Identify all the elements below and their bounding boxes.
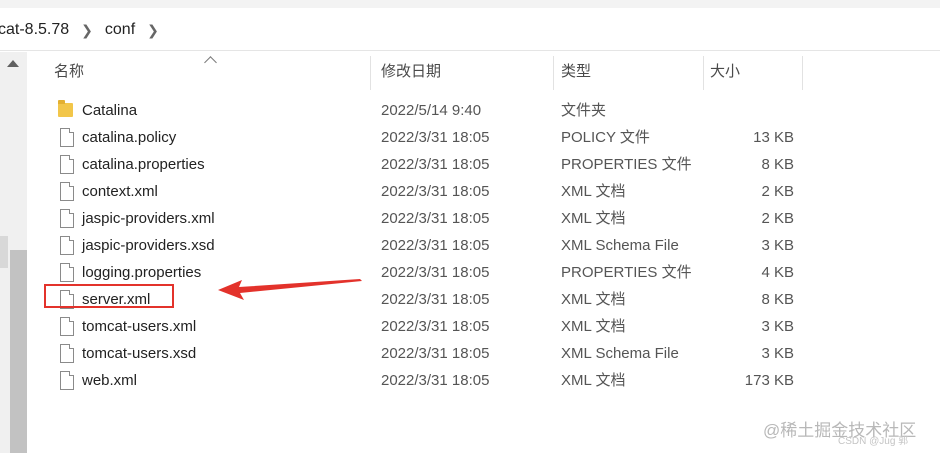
file-row-catalina-policy[interactable]: catalina.policy 2022/3/31 18:05 POLICY 文… (48, 124, 808, 151)
watermark-subtext: CSDN @Jug 郭 (838, 436, 909, 447)
file-size: 13 KB (753, 129, 794, 146)
file-row-tomcat-users-xsd[interactable]: tomcat-users.xsd 2022/3/31 18:05 XML Sch… (48, 340, 808, 367)
file-icon (60, 182, 74, 201)
scrollbar-edge (0, 236, 8, 268)
file-icon (60, 128, 74, 147)
file-date: 2022/3/31 18:05 (381, 183, 490, 200)
file-name: catalina.properties (82, 156, 205, 173)
column-header-date[interactable]: 修改日期 (381, 56, 441, 88)
file-type: XML Schema File (561, 345, 679, 362)
file-size: 173 KB (744, 372, 794, 389)
file-type: XML 文档 (561, 318, 626, 335)
file-size: 8 KB (761, 291, 794, 308)
file-type: 文件夹 (561, 102, 607, 119)
file-name: Catalina (82, 102, 138, 119)
file-size: 8 KB (761, 156, 794, 173)
column-divider[interactable] (802, 56, 803, 90)
file-date: 2022/3/31 18:05 (381, 372, 490, 389)
scroll-up-arrow-icon[interactable] (7, 60, 19, 67)
file-date: 2022/3/31 18:05 (381, 318, 490, 335)
file-icon (60, 371, 74, 390)
file-row-context-xml[interactable]: context.xml 2022/3/31 18:05 XML 文档 2 KB (48, 178, 808, 205)
file-type: XML 文档 (561, 372, 626, 389)
file-icon (60, 263, 74, 282)
file-icon (60, 155, 74, 174)
file-name: tomcat-users.xsd (82, 345, 197, 362)
file-row-logging-properties[interactable]: logging.properties 2022/3/31 18:05 PROPE… (48, 259, 808, 286)
file-row-tomcat-users-xml[interactable]: tomcat-users.xml 2022/3/31 18:05 XML 文档 … (48, 313, 808, 340)
column-header-row: 名称 修改日期 类型 大小 (48, 56, 808, 90)
file-type: PROPERTIES 文件 (561, 264, 692, 281)
file-type: XML Schema File (561, 237, 679, 254)
file-type: XML 文档 (561, 210, 626, 227)
column-header-name[interactable]: 名称 (54, 56, 84, 88)
file-size: 2 KB (761, 210, 794, 227)
file-row-jaspic-providers-xml[interactable]: jaspic-providers.xml 2022/3/31 18:05 XML… (48, 205, 808, 232)
breadcrumb-item-tomcat[interactable]: cat-8.5.78 (0, 21, 71, 39)
highlight-box-server-xml (44, 284, 174, 308)
file-date: 2022/3/31 18:05 (381, 156, 490, 173)
file-date: 2022/3/31 18:05 (381, 129, 490, 146)
file-type: XML 文档 (561, 291, 626, 308)
file-type: XML 文档 (561, 183, 626, 200)
chevron-right-icon[interactable]: ❯ (147, 22, 159, 39)
file-row-web-xml[interactable]: web.xml 2022/3/31 18:05 XML 文档 173 KB (48, 367, 808, 394)
file-size: 3 KB (761, 237, 794, 254)
file-date: 2022/3/31 18:05 (381, 291, 490, 308)
file-size: 3 KB (761, 318, 794, 335)
file-date: 2022/3/31 18:05 (381, 210, 490, 227)
column-header-size[interactable]: 大小 (710, 56, 740, 88)
folder-icon (58, 100, 73, 117)
window-top-strip (0, 0, 940, 8)
file-size: 4 KB (761, 264, 794, 281)
file-date: 2022/3/31 18:05 (381, 345, 490, 362)
file-icon (60, 236, 74, 255)
column-divider[interactable] (553, 56, 554, 90)
breadcrumb-item-conf[interactable]: conf (103, 21, 137, 39)
file-size: 2 KB (761, 183, 794, 200)
file-icon (60, 209, 74, 228)
file-name: jaspic-providers.xsd (82, 237, 215, 254)
scrollbar-thumb[interactable] (10, 250, 27, 453)
file-name: context.xml (82, 183, 158, 200)
red-arrow-icon (218, 279, 362, 300)
file-name: tomcat-users.xml (82, 318, 197, 335)
file-date: 2022/3/31 18:05 (381, 237, 490, 254)
column-divider[interactable] (703, 56, 704, 90)
column-divider[interactable] (370, 56, 371, 90)
column-header-type[interactable]: 类型 (561, 56, 591, 88)
file-row-catalina-properties[interactable]: catalina.properties 2022/3/31 18:05 PROP… (48, 151, 808, 178)
file-row-jaspic-providers-xsd[interactable]: jaspic-providers.xsd 2022/3/31 18:05 XML… (48, 232, 808, 259)
file-name: jaspic-providers.xml (82, 210, 215, 227)
file-icon (60, 317, 74, 336)
file-size: 3 KB (761, 345, 794, 362)
file-type: POLICY 文件 (561, 129, 650, 146)
file-name: catalina.policy (82, 129, 177, 146)
file-row-catalina[interactable]: Catalina 2022/5/14 9:40 文件夹 (48, 97, 808, 124)
file-name: web.xml (82, 372, 138, 389)
chevron-right-icon[interactable]: ❯ (81, 22, 93, 39)
file-date: 2022/5/14 9:40 (381, 102, 482, 119)
file-name: logging.properties (82, 264, 202, 281)
breadcrumb: cat-8.5.78 ❯ conf ❯ (0, 10, 940, 51)
file-type: PROPERTIES 文件 (561, 156, 692, 173)
file-icon (60, 344, 74, 363)
file-date: 2022/3/31 18:05 (381, 264, 490, 281)
